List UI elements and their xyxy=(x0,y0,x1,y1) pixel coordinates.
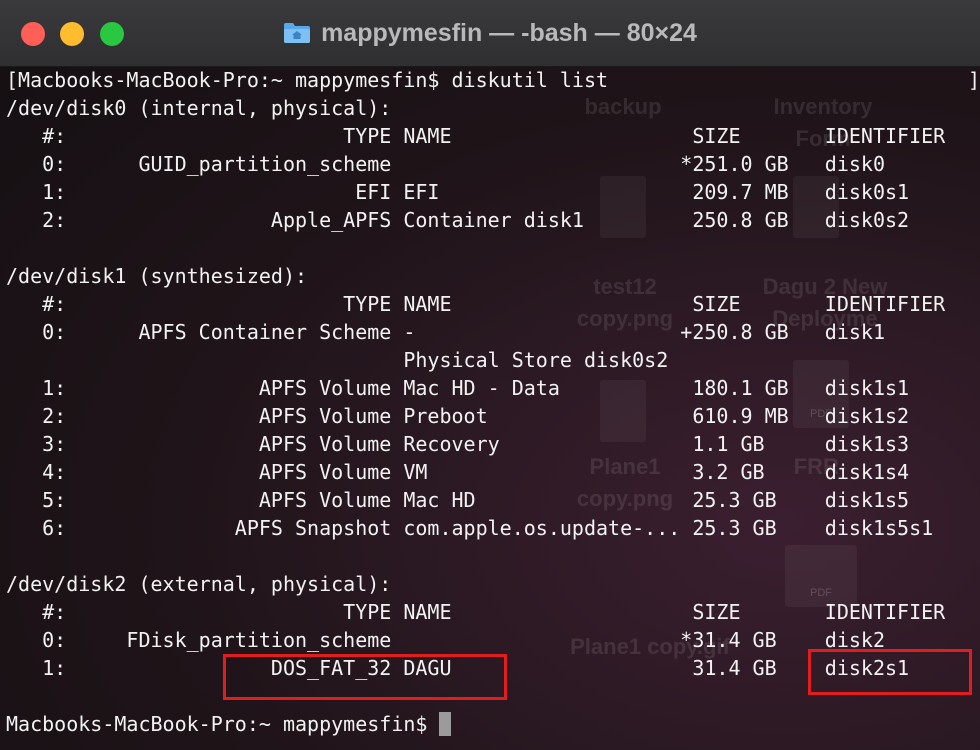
highlight-disk2s1 xyxy=(808,649,972,695)
output-line: 0: GUID_partition_scheme *251.0 GB disk0 xyxy=(6,152,885,176)
prompt-line[interactable]: Macbooks-MacBook-Pro:~ mappymesfin$ xyxy=(6,710,452,738)
output-line: /dev/disk1 (synthesized): xyxy=(6,264,308,288)
output-line: #: TYPE NAME SIZE IDENTIFIER xyxy=(6,124,946,148)
output-line: 0: APFS Container Scheme - +250.8 GB dis… xyxy=(6,320,885,344)
output-line: 2: Apple_APFS Container disk1 250.8 GB d… xyxy=(6,208,910,232)
output-line: /dev/disk2 (external, physical): xyxy=(6,572,392,596)
output-line: #: TYPE NAME SIZE IDENTIFIER xyxy=(6,292,946,316)
title-bar[interactable]: mappymesfin — -bash — 80×24 xyxy=(0,0,980,67)
output-line: 5: APFS Volume Mac HD 25.3 GB disk1s5 xyxy=(6,488,910,512)
window-title: mappymesfin — -bash — 80×24 xyxy=(0,16,980,50)
scroll-marker: ] xyxy=(967,68,980,92)
output-line: 3: APFS Volume Recovery 1.1 GB disk1s3 xyxy=(6,432,910,456)
output-line: 6: APFS Snapshot com.apple.os.update-...… xyxy=(6,516,934,540)
output-line: 1: EFI EFI 209.7 MB disk0s1 xyxy=(6,180,910,204)
window-title-text: mappymesfin — -bash — 80×24 xyxy=(321,19,697,47)
shell-prompt: Macbooks-MacBook-Pro:~ mappymesfin$ xyxy=(6,712,440,736)
output-line: 0: FDisk_partition_scheme *31.4 GB disk2 xyxy=(6,628,885,652)
command-line: [Macbooks-MacBook-Pro:~ mappymesfin$ dis… xyxy=(6,68,609,92)
output-line: 1: APFS Volume Mac HD - Data 180.1 GB di… xyxy=(6,376,910,400)
terminal-output[interactable]: [Macbooks-MacBook-Pro:~ mappymesfin$ dis… xyxy=(0,66,980,750)
output-line: 2: APFS Volume Preboot 610.9 MB disk1s2 xyxy=(6,404,910,428)
output-line: Physical Store disk0s2 xyxy=(6,348,669,372)
output-line: #: TYPE NAME SIZE IDENTIFIER xyxy=(6,600,946,624)
highlight-dos-fat32-dagu xyxy=(223,654,507,700)
output-line: /dev/disk0 (internal, physical): xyxy=(6,96,392,120)
home-folder-icon xyxy=(283,22,311,44)
output-line: 4: APFS Volume VM 3.2 GB disk1s4 xyxy=(6,460,910,484)
text-cursor xyxy=(439,712,452,736)
terminal-window: PDF PDF backup Inventory Form test12 cop… xyxy=(0,0,980,750)
